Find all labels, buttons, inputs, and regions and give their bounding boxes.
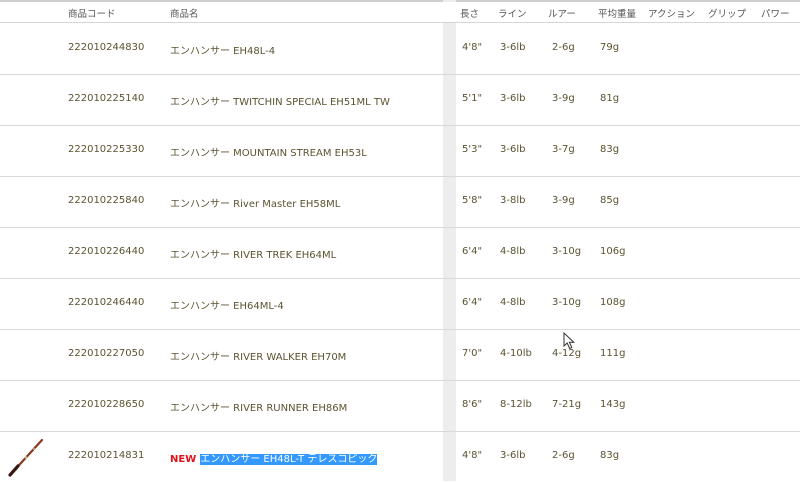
line-value: 3-6lb [500,144,526,155]
header-grip: グリップ [708,9,747,20]
table-header: 商品コード 商品名 長さ ライン ルアー 平均重量 アクション グリップ パワー [0,2,800,23]
weight-value: 79g [600,42,620,53]
length-value: 4'8" [462,450,483,461]
lure-value: 3-9g [552,93,575,104]
product-name-link[interactable]: エンハンサー MOUNTAIN STREAM EH53L [170,144,367,159]
product-name-link[interactable]: NEW エンハンサー EH48L-T テレスコピック [170,450,378,465]
table-row[interactable]: 222010214831 NEW エンハンサー EH48L-T テレスコピック 4… [0,431,800,482]
table-row[interactable]: 222010246440 エンハンサー EH64ML-4 6'4" 4-8lb … [0,278,800,330]
lure-value: 2-6g [552,42,575,53]
weight-value: 143g [600,399,626,410]
product-code: 222010244830 [68,42,145,53]
product-code: 222010225840 [68,195,145,206]
weight-value: 106g [600,246,626,257]
product-name-link[interactable]: エンハンサー RIVER WALKER EH70M [170,348,346,363]
product-code: 222010225330 [68,144,145,155]
header-weight: 平均重量 [598,9,637,20]
table-row[interactable]: 222010225330 エンハンサー MOUNTAIN STREAM EH53… [0,125,800,177]
lure-value: 3-10g [552,246,582,257]
table-row[interactable]: 222010226440 エンハンサー RIVER TREK EH64ML 6'… [0,227,800,279]
new-badge: NEW [170,454,197,465]
line-value: 3-6lb [500,42,526,53]
line-value: 3-8lb [500,195,526,206]
header-power: パワー [761,9,790,20]
product-code: 222010228650 [68,399,145,410]
length-value: 6'4" [462,297,483,308]
length-value: 8'6" [462,399,483,410]
table-row[interactable]: 222010225140 エンハンサー TWITCHIN SPECIAL EH5… [0,74,800,126]
product-name-link[interactable]: エンハンサー EH48L-4 [170,42,275,57]
header-length: 長さ [460,9,480,20]
product-name-link[interactable]: エンハンサー RIVER RUNNER EH86M [170,399,347,414]
length-value: 4'8" [462,42,483,53]
length-value: 5'8" [462,195,483,206]
product-code: 222010227050 [68,348,145,359]
line-value: 4-10lb [500,348,532,359]
weight-value: 83g [600,450,620,461]
weight-value: 111g [600,348,626,359]
length-value: 5'1" [462,93,483,104]
header-action: アクション [648,9,696,20]
length-value: 7'0" [462,348,483,359]
length-value: 6'4" [462,246,483,257]
header-name: 商品名 [170,9,199,20]
weight-value: 85g [600,195,620,206]
product-name-selected[interactable]: エンハンサー EH48L-T テレスコピック [200,454,378,465]
weight-value: 108g [600,297,626,308]
lure-value: 3-9g [552,195,575,206]
table-row[interactable]: 222010225840 エンハンサー River Master EH58ML … [0,176,800,228]
table-row[interactable]: 222010227050 エンハンサー RIVER WALKER EH70M 7… [0,329,800,381]
product-code: 222010214831 [68,450,145,461]
weight-value: 81g [600,93,620,104]
length-value: 5'3" [462,144,483,155]
header-code: 商品コード [68,9,116,20]
table-row[interactable]: 222010228650 エンハンサー RIVER RUNNER EH86M 8… [0,380,800,432]
line-value: 4-8lb [500,297,526,308]
line-value: 8-12lb [500,399,532,410]
lure-value: 3-7g [552,144,575,155]
weight-value: 83g [600,144,620,155]
product-code: 222010246440 [68,297,145,308]
header-line: ライン [498,9,527,20]
lure-value: 2-6g [552,450,575,461]
product-name-link[interactable]: エンハンサー TWITCHIN SPECIAL EH51ML TW [170,93,390,108]
product-name-link[interactable]: エンハンサー RIVER TREK EH64ML [170,246,336,261]
lure-value: 7-21g [552,399,582,410]
table-row[interactable]: 222010244830 エンハンサー EH48L-4 4'8" 3-6lb 2… [0,23,800,75]
product-code: 222010226440 [68,246,145,257]
lure-value: 3-10g [552,297,582,308]
product-name-link[interactable]: エンハンサー River Master EH58ML [170,195,340,210]
mouse-pointer-icon [563,332,576,350]
line-value: 3-6lb [500,450,526,461]
header-lure: ルアー [548,9,576,20]
line-value: 3-6lb [500,93,526,104]
product-code: 222010225140 [68,93,145,104]
product-name-link[interactable]: エンハンサー EH64ML-4 [170,297,284,312]
rod-thumbnail-image[interactable] [4,435,48,479]
line-value: 4-8lb [500,246,526,257]
